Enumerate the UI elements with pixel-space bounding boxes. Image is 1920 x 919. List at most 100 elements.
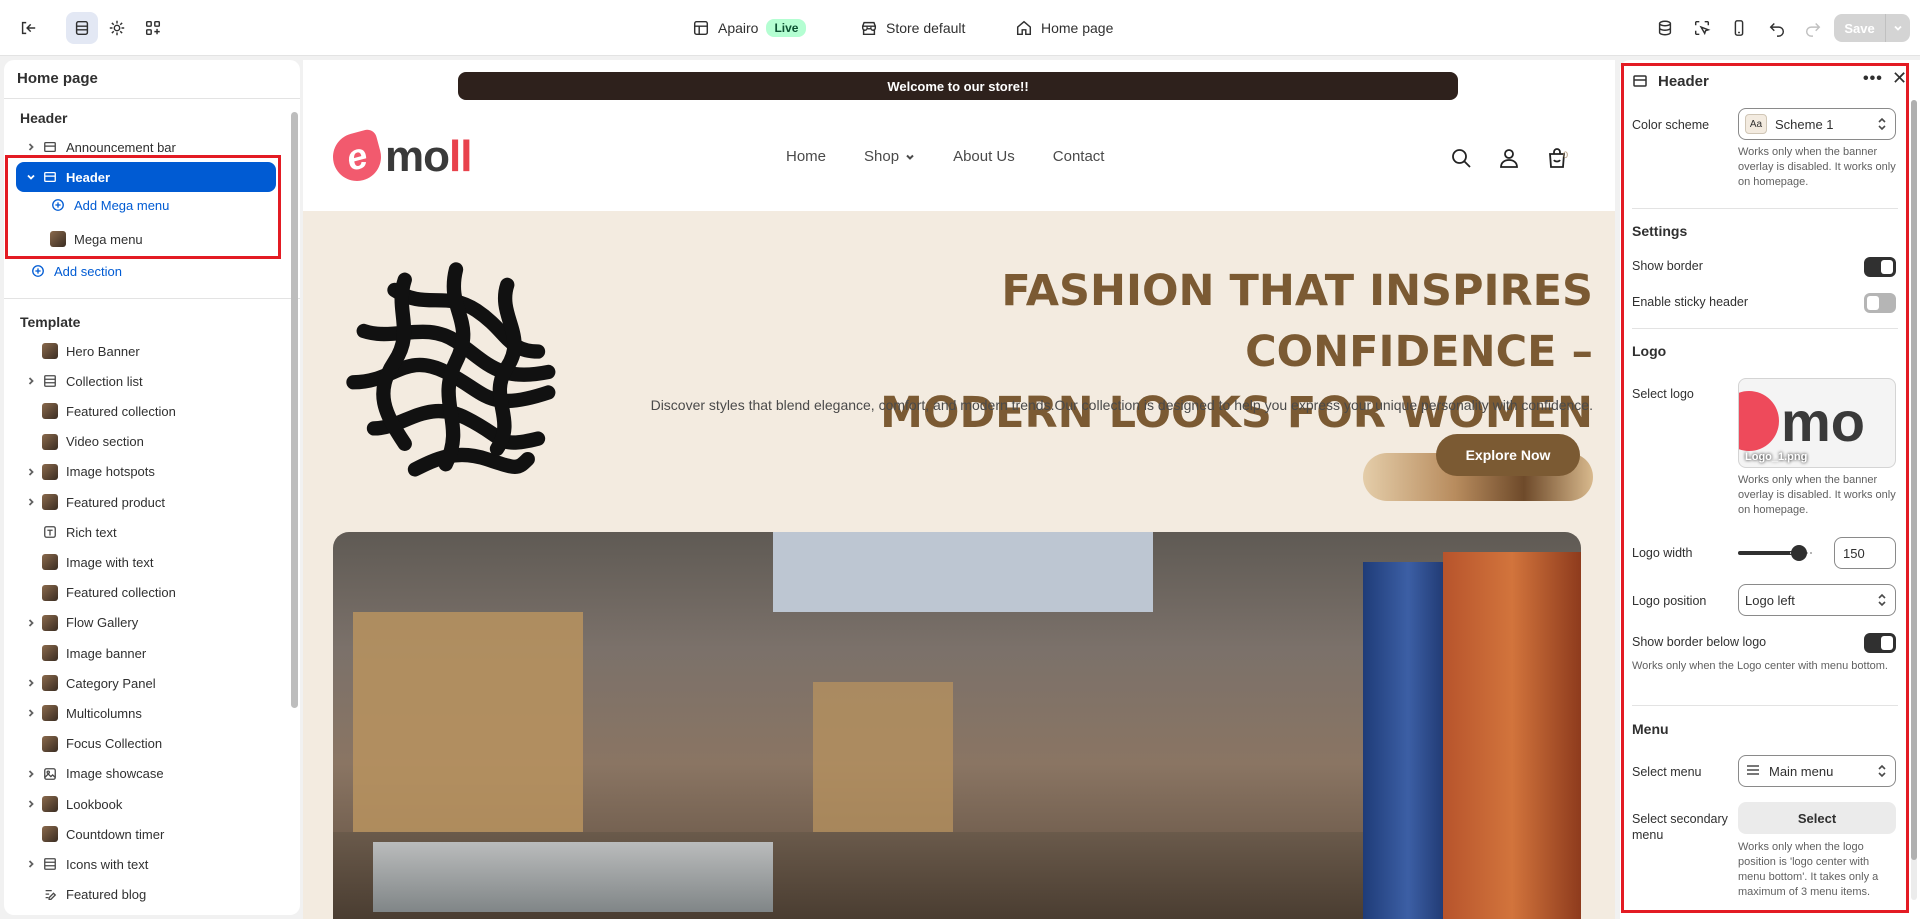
exit-icon[interactable] <box>12 12 44 44</box>
list-icon <box>42 373 58 389</box>
template-section-label: Video section <box>66 434 144 450</box>
color-scheme-select[interactable]: Aa Scheme 1 <box>1738 108 1896 140</box>
storefront-preview: Welcome to our store!! e moll Home Shop … <box>303 60 1615 919</box>
logo-width-slider-track[interactable] <box>1738 551 1794 555</box>
chevron-right-icon[interactable] <box>24 797 38 811</box>
template-section-item[interactable]: Flow Gallery <box>16 610 276 636</box>
page-selector[interactable]: Home page <box>1015 0 1113 56</box>
search-icon[interactable] <box>1449 146 1473 170</box>
settings-scrollbar[interactable] <box>1911 100 1917 860</box>
sticky-header-toggle[interactable] <box>1864 293 1896 313</box>
save-button[interactable]: Save <box>1834 14 1910 42</box>
announcement-bar[interactable]: Welcome to our store!! <box>458 72 1458 100</box>
section-icon <box>42 139 58 155</box>
hero-banner[interactable]: FASHION THAT INSPIRES CONFIDENCE – MODER… <box>303 211 1615 919</box>
left-panel-scrollbar[interactable] <box>291 112 298 708</box>
center-shelf <box>813 682 953 842</box>
nav-home[interactable]: Home <box>786 148 826 165</box>
tree-item-mega-menu[interactable]: Mega menu <box>46 226 266 252</box>
nav-shop[interactable]: Shop <box>864 148 915 165</box>
device-preview-icon[interactable] <box>1723 12 1755 44</box>
add-mega-menu-button[interactable]: Add Mega menu <box>46 192 266 218</box>
add-section-label: Add section <box>54 263 122 279</box>
template-section-item[interactable]: Category Panel <box>16 670 276 696</box>
logo-width-input[interactable]: 150 <box>1834 537 1896 569</box>
template-section-label: Collection list <box>66 373 143 389</box>
select-secondary-menu-button[interactable]: Select <box>1738 802 1896 834</box>
sections-icon[interactable] <box>66 12 98 44</box>
database-icon[interactable] <box>1649 12 1681 44</box>
image-icon <box>42 766 58 782</box>
template-section-item[interactable]: Countdown timer <box>16 821 276 847</box>
panel-title: Home page <box>17 70 98 87</box>
nav-about-us[interactable]: About Us <box>953 148 1015 165</box>
template-section-item[interactable]: Featured blog <box>16 882 276 908</box>
template-section-item[interactable]: Multicolumns <box>16 700 276 726</box>
chevron-right-icon[interactable] <box>24 706 38 720</box>
template-section-item[interactable]: Icons with text <box>16 851 276 877</box>
section-icon <box>42 169 58 185</box>
template-section-label: Lookbook <box>66 796 123 812</box>
close-icon[interactable]: ✕ <box>1892 68 1907 89</box>
chevron-right-icon[interactable] <box>24 676 38 690</box>
template-group-label: Template <box>20 314 81 330</box>
template-section-label: Image with text <box>66 554 154 570</box>
inspector-icon[interactable] <box>1686 12 1718 44</box>
site-header[interactable]: e moll Home Shop About Us Contact 0 <box>303 112 1615 211</box>
chevron-right-icon[interactable] <box>24 767 38 781</box>
undo-icon[interactable] <box>1761 12 1793 44</box>
store-interior-image <box>333 532 1581 919</box>
show-border-toggle[interactable] <box>1864 257 1896 277</box>
chevron-right-icon[interactable] <box>24 857 38 871</box>
chevron-right-icon[interactable] <box>24 465 38 479</box>
logo-image-picker[interactable]: mo Logo_1.png <box>1738 378 1896 468</box>
template-section-item[interactable]: Video section <box>16 429 276 455</box>
border-below-logo-toggle[interactable] <box>1864 633 1896 653</box>
logo-preview-badge <box>1739 391 1779 451</box>
template-section-item[interactable]: Hero Banner <box>16 338 276 364</box>
store-default-selector[interactable]: Store default <box>860 0 965 56</box>
chevron-right-icon[interactable] <box>24 495 38 509</box>
logo-position-select[interactable]: Logo left <box>1738 584 1896 616</box>
chevron-right-icon[interactable] <box>24 616 38 630</box>
add-circle-icon <box>50 197 66 213</box>
theme-selector[interactable]: Apairo Live <box>692 0 807 56</box>
more-options-icon[interactable]: ••• <box>1863 70 1883 88</box>
select-caret-icon <box>1877 764 1887 778</box>
logo-text: moll <box>385 132 472 181</box>
template-section-item[interactable]: Featured collection <box>16 398 276 424</box>
chevron-right-icon[interactable] <box>24 140 38 154</box>
template-section-item[interactable]: Focus Collection <box>16 731 276 757</box>
chevron-down-icon[interactable] <box>24 170 38 184</box>
store-logo[interactable]: e moll <box>327 127 472 187</box>
template-section-label: Rich text <box>66 524 117 540</box>
template-section-item[interactable]: Image hotspots <box>16 459 276 485</box>
add-section-button[interactable]: Add section <box>26 258 266 284</box>
save-options-chevron-icon[interactable] <box>1886 14 1910 42</box>
redo-icon[interactable] <box>1797 12 1829 44</box>
template-section-item[interactable]: Lookbook <box>16 791 276 817</box>
explore-now-button[interactable]: Explore Now <box>1436 434 1580 476</box>
gear-icon[interactable] <box>101 12 133 44</box>
add-circle-icon <box>30 263 46 279</box>
template-section-item[interactable]: Rich text <box>16 519 276 545</box>
select-menu-dropdown[interactable]: Main menu <box>1738 755 1896 787</box>
template-section-item[interactable]: Image banner <box>16 640 276 666</box>
template-section-item[interactable]: Featured product <box>16 489 276 515</box>
tree-item-header[interactable]: Header <box>16 162 276 192</box>
template-section-item[interactable]: Image showcase <box>16 761 276 787</box>
template-section-item[interactable]: Image with text <box>16 549 276 575</box>
template-section-item[interactable]: Collection list <box>16 368 276 394</box>
template-section-item[interactable]: Featured collection <box>16 580 276 606</box>
tree-item-announcement-bar[interactable]: Announcement bar <box>16 134 276 160</box>
logo-width-slider-handle[interactable] <box>1791 545 1807 561</box>
hero-description: Discover styles that blend elegance, com… <box>650 397 1593 413</box>
account-icon[interactable] <box>1497 146 1521 170</box>
chevron-right-icon[interactable] <box>24 374 38 388</box>
nav-contact[interactable]: Contact <box>1053 148 1105 165</box>
store-name: Apairo <box>718 20 759 36</box>
apps-icon[interactable] <box>137 12 169 44</box>
